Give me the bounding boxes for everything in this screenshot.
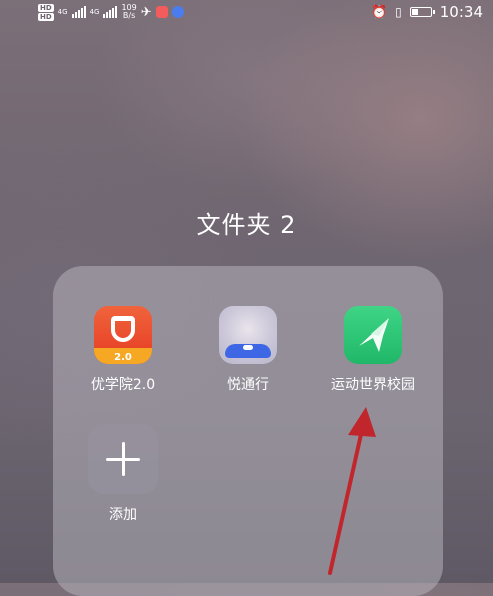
network-speed: 109 B/s: [121, 4, 136, 20]
hd-badge-2: HD: [38, 12, 54, 21]
plus-icon[interactable]: [88, 424, 158, 494]
speed-unit: B/s: [122, 11, 136, 20]
app-label: 运动世界校园: [331, 377, 415, 393]
status-left: HD HD 4G 4G 109 B/s ✈: [38, 0, 184, 24]
alarm-icon: ⏰: [370, 4, 388, 20]
app-yuetongxing[interactable]: 悦通行: [183, 306, 313, 394]
airplane-icon: ✈: [140, 4, 152, 20]
annotation-arrow-icon: [328, 407, 376, 575]
app-label: 优学院2.0: [90, 377, 156, 393]
status-bar: HD HD 4G 4G 109 B/s ✈ ⏰ ▯ 10:34: [0, 0, 493, 24]
signal-icon: [71, 6, 86, 18]
network-type-2: 4G: [89, 8, 100, 16]
app-label: 悦通行: [227, 377, 269, 393]
folder-title[interactable]: 文件夹 2: [0, 205, 493, 240]
app-version-badge: 2.0: [114, 352, 132, 363]
add-label: 添加: [109, 507, 137, 523]
app-sport-world[interactable]: 运动世界校园: [308, 306, 438, 394]
signal-icon: [103, 6, 118, 18]
notification-app-icon: [171, 6, 184, 18]
yuetongxing-app-icon[interactable]: [219, 306, 277, 364]
hd-indicators: HD HD: [38, 3, 54, 21]
add-app-button[interactable]: 添加: [58, 424, 188, 524]
hd-badge-1: HD: [38, 3, 54, 12]
network-type-1: 4G: [57, 8, 68, 16]
sport-world-app-icon[interactable]: [344, 306, 402, 364]
battery-icon: [409, 7, 435, 17]
vibrate-icon: ▯: [395, 5, 402, 19]
app-youxueyuan[interactable]: 2.0 优学院2.0: [58, 306, 188, 394]
notification-app-icon: [155, 6, 168, 18]
clock-time: 10:34: [439, 3, 483, 21]
status-right: ⏰ ▯ 10:34: [371, 0, 483, 24]
youxueyuan-app-icon[interactable]: 2.0: [94, 306, 152, 364]
